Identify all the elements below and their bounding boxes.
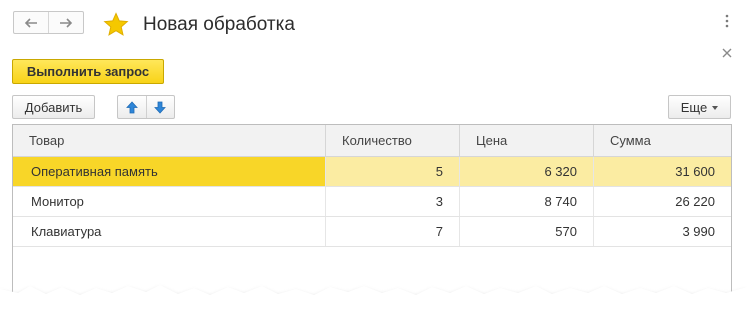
more-menu-button[interactable]: Еще xyxy=(668,95,731,119)
move-down-button[interactable] xyxy=(145,96,175,118)
close-icon[interactable] xyxy=(721,47,733,59)
window-menu-icon[interactable] xyxy=(724,14,730,28)
arrow-left-icon xyxy=(24,17,37,28)
cell-quantity[interactable]: 7 xyxy=(326,217,460,246)
torn-edge-decoration xyxy=(0,285,747,310)
arrow-up-icon xyxy=(125,100,138,113)
forward-button[interactable] xyxy=(48,12,83,33)
move-up-button[interactable] xyxy=(118,96,146,118)
cell-sum[interactable]: 3 990 xyxy=(594,217,731,246)
navigation-buttons xyxy=(13,11,84,34)
cell-product[interactable]: Клавиатура xyxy=(13,217,326,246)
table-row[interactable]: Клавиатура 7 570 3 990 xyxy=(13,217,731,247)
add-button[interactable]: Добавить xyxy=(12,95,95,119)
cell-quantity[interactable]: 5 xyxy=(326,157,460,186)
star-icon[interactable] xyxy=(103,12,129,38)
cell-price[interactable]: 570 xyxy=(460,217,594,246)
table-row[interactable]: Монитор 3 8 740 26 220 xyxy=(13,187,731,217)
page-title: Новая обработка xyxy=(143,14,295,35)
cell-sum[interactable]: 26 220 xyxy=(594,187,731,216)
run-query-button[interactable]: Выполнить запрос xyxy=(12,59,164,84)
chevron-down-icon xyxy=(712,106,719,110)
cell-price[interactable]: 8 740 xyxy=(460,187,594,216)
cell-quantity[interactable]: 3 xyxy=(326,187,460,216)
table-header: Товар Количество Цена Сумма xyxy=(13,125,731,157)
column-header-product[interactable]: Товар xyxy=(13,125,326,156)
cell-sum[interactable]: 31 600 xyxy=(594,157,731,186)
back-button[interactable] xyxy=(14,12,48,33)
arrow-down-icon xyxy=(154,101,167,114)
cell-price[interactable]: 6 320 xyxy=(460,157,594,186)
table-row[interactable]: Оперативная память 5 6 320 31 600 xyxy=(13,157,731,187)
column-header-price[interactable]: Цена xyxy=(460,125,594,156)
arrow-right-icon xyxy=(60,17,73,28)
more-button-label: Еще xyxy=(680,99,708,115)
column-header-quantity[interactable]: Количество xyxy=(326,125,460,156)
cell-product[interactable]: Оперативная память xyxy=(13,157,326,186)
cell-product[interactable]: Монитор xyxy=(13,187,326,216)
column-header-sum[interactable]: Сумма xyxy=(594,125,731,156)
move-buttons xyxy=(117,95,175,119)
